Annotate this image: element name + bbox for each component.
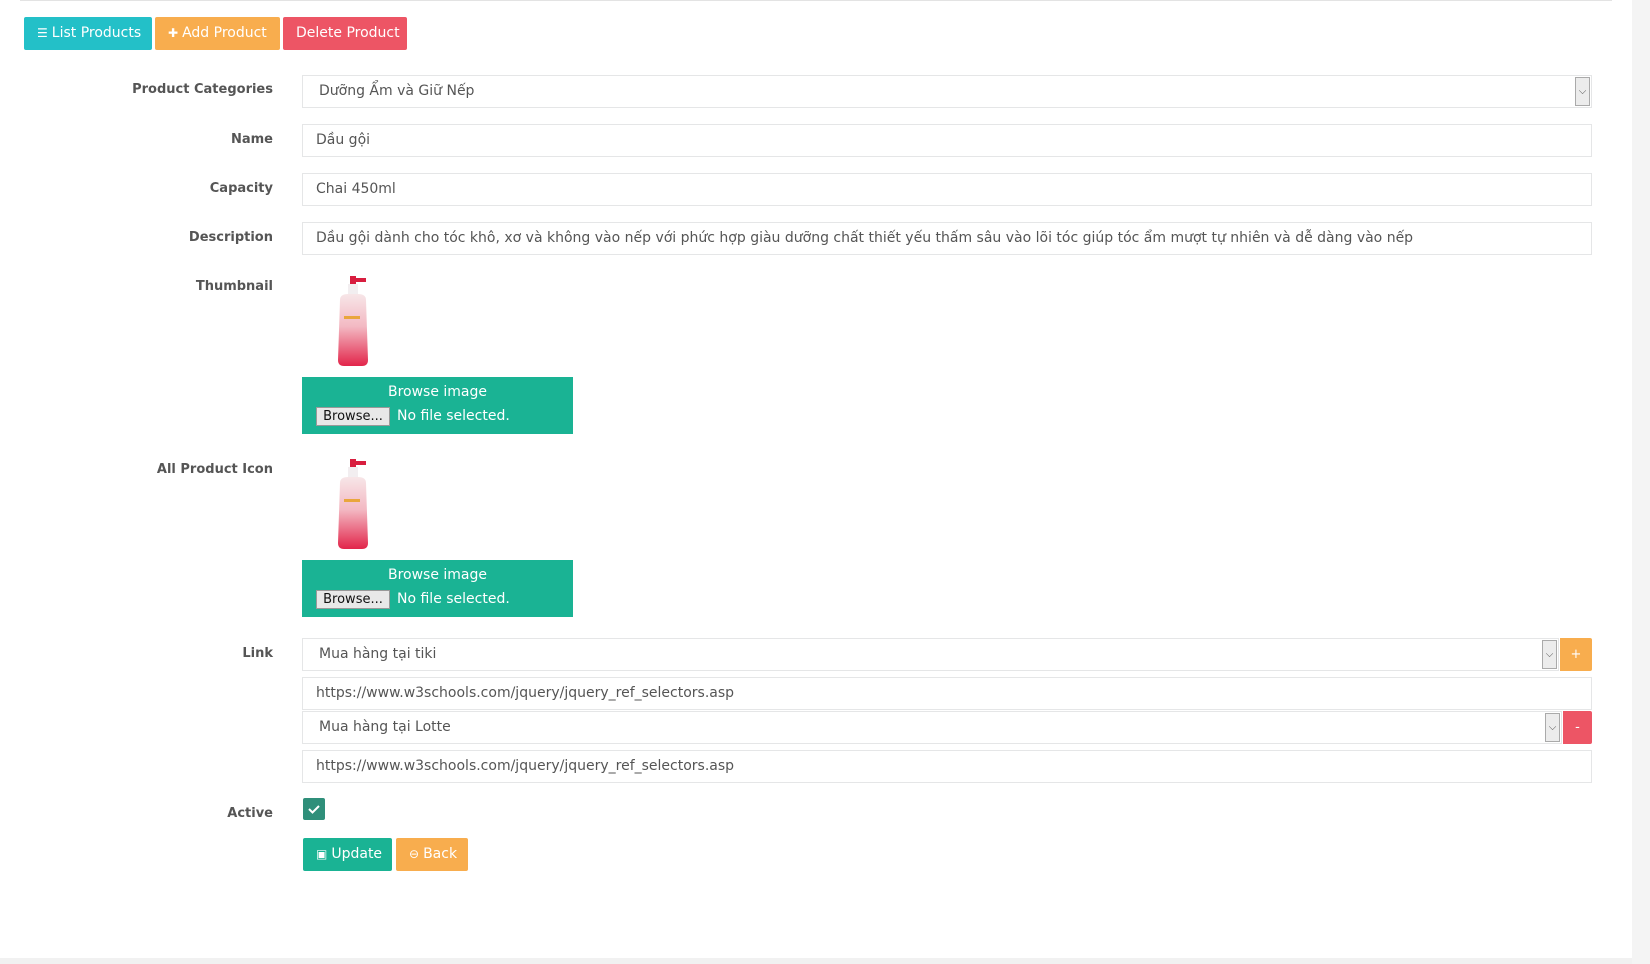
active-checkbox[interactable] (303, 798, 325, 820)
delete-product-label: Delete Product (296, 25, 400, 41)
list-products-button[interactable]: ☰ List Products (24, 17, 152, 50)
all-product-icon-file-status: No file selected. (397, 591, 510, 607)
all-product-icon-label: All Product Icon (156, 462, 273, 477)
plus-icon: ✚ (168, 26, 179, 40)
check-icon (308, 805, 320, 814)
save-icon: ▣ (316, 847, 328, 861)
active-label: Active (227, 806, 273, 821)
link-label: Link (242, 646, 273, 661)
thumbnail-browse-button[interactable]: Browse... (316, 407, 390, 426)
category-label: Product Categories (132, 82, 273, 97)
thumbnail-image (338, 276, 368, 366)
right-gutter (1632, 0, 1650, 964)
thumbnail-file-status: No file selected. (397, 408, 510, 424)
description-input[interactable]: Dầu gội dành cho tóc khô, xơ và không và… (302, 222, 1592, 255)
back-button[interactable]: ⊖ Back (396, 838, 468, 871)
chevron-down-icon: ⌵ (1575, 77, 1590, 106)
capacity-input[interactable]: Chai 450ml (302, 173, 1592, 206)
link-store-value-1: Mua hàng tại tiki (319, 646, 437, 662)
top-divider (20, 0, 1612, 1)
back-label: Back (423, 846, 458, 862)
update-button[interactable]: ▣ Update (303, 838, 392, 871)
name-input[interactable]: Dầu gội (302, 124, 1592, 157)
category-value: Dưỡng Ẩm và Giữ Nếp (319, 83, 475, 99)
chevron-down-icon: ⌵ (1545, 713, 1560, 742)
add-product-button[interactable]: ✚ Add Product (155, 17, 280, 50)
update-label: Update (331, 846, 383, 862)
link-url-input-1[interactable]: https://www.w3schools.com/jquery/jquery_… (302, 677, 1592, 710)
add-product-label: Add Product (182, 25, 267, 41)
all-product-icon-upload: Browse image Browse... No file selected. (302, 560, 573, 617)
capacity-label: Capacity (209, 181, 273, 196)
description-label: Description (188, 230, 273, 245)
all-product-icon-browse-button[interactable]: Browse... (316, 590, 390, 609)
all-product-icon-upload-title: Browse image (387, 567, 488, 583)
thumbnail-label: Thumbnail (195, 279, 273, 294)
link-store-select-2[interactable]: Mua hàng tại Lotte ⌵ (302, 711, 1562, 744)
list-icon: ☰ (37, 26, 48, 40)
remove-link-button[interactable]: - (1563, 711, 1592, 744)
category-select[interactable]: Dưỡng Ẩm và Giữ Nếp ⌵ (302, 75, 1592, 108)
delete-product-button[interactable]: Delete Product (283, 17, 407, 50)
chevron-down-icon: ⌵ (1542, 640, 1557, 669)
thumbnail-upload: Browse image Browse... No file selected. (302, 377, 573, 434)
link-url-input-2[interactable]: https://www.w3schools.com/jquery/jquery_… (302, 750, 1592, 783)
list-products-label: List Products (51, 25, 142, 41)
back-circle-icon: ⊖ (409, 847, 420, 861)
link-store-value-2: Mua hàng tại Lotte (319, 719, 451, 735)
thumbnail-upload-title: Browse image (387, 384, 488, 400)
all-product-icon-image (338, 459, 368, 549)
link-store-select-1[interactable]: Mua hàng tại tiki ⌵ (302, 638, 1559, 671)
add-link-button[interactable]: + (1560, 638, 1592, 671)
name-label: Name (230, 132, 273, 147)
main-panel: ☰ List Products ✚ Add Product Delete Produ… (0, 0, 1632, 958)
